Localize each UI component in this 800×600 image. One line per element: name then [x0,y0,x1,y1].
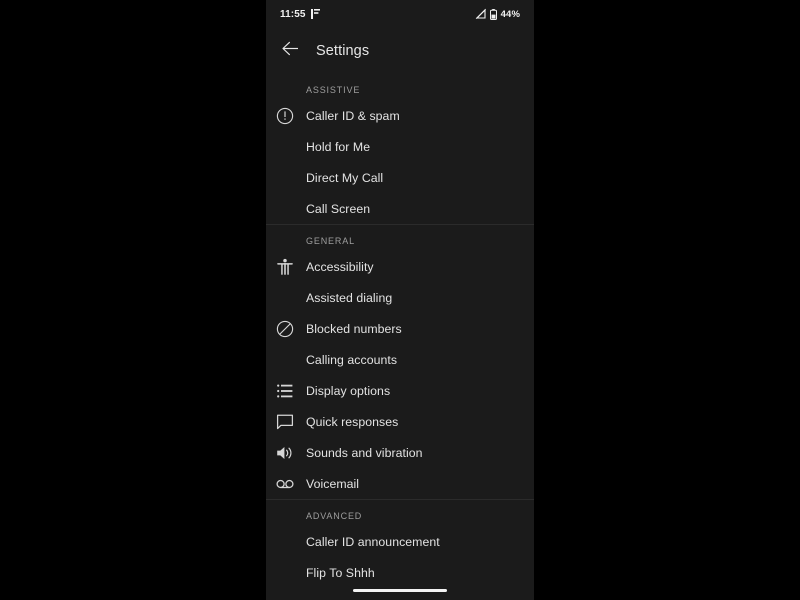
back-arrow-icon [281,41,299,61]
status-time: 11:55 [280,8,306,20]
settings-row[interactable]: Display options [266,375,534,406]
status-bar-right: 44% [475,8,520,20]
chat-bubble-icon [274,411,296,433]
settings-list: ASSISTIVE Caller ID & spam Hold for Me Dire… [266,74,534,600]
status-bar: 11:55 44% [266,0,534,28]
settings-row[interactable]: Voicemail [266,468,534,499]
settings-row-label: Calling accounts [306,352,398,367]
row-icon-placeholder [274,136,296,158]
gesture-home-handle[interactable] [353,589,447,592]
settings-row-label: Voicemail [306,476,360,491]
phone-panel: 11:55 44% Settings ASSISTIVE Caller ID &… [266,0,534,600]
section-header: ASSISTIVE [306,85,361,95]
accessibility-icon [274,256,296,278]
settings-row[interactable]: Accessibility [266,251,534,282]
row-icon-placeholder [274,349,296,371]
block-icon [274,318,296,340]
row-icon-placeholder [274,167,296,189]
settings-row-label: Accessibility [306,259,374,274]
settings-row[interactable]: Flip To Shhh [266,557,534,588]
settings-row-label: Flip To Shhh [306,565,375,580]
page-title: Settings [316,43,370,59]
screen-root: 11:55 44% Settings ASSISTIVE Caller ID &… [0,0,800,600]
settings-row-label: Assisted dialing [306,290,393,305]
settings-row[interactable]: Hold for Me [266,131,534,162]
battery-percentage: 44% [500,8,520,20]
settings-row-label: Direct My Call [306,170,384,185]
error-circle-icon [274,105,296,127]
settings-row-label: Blocked numbers [306,321,402,336]
settings-row[interactable]: Direct My Call [266,162,534,193]
settings-section: ASSISTIVE Caller ID & spam Hold for Me Dire… [266,74,534,224]
row-icon-placeholder [274,531,296,553]
settings-row[interactable]: Blocked numbers [266,313,534,344]
battery-icon [489,8,497,20]
settings-row-label: Hold for Me [306,139,371,154]
app-bar: Settings [266,28,534,74]
settings-row[interactable]: Quick responses [266,406,534,437]
row-icon-placeholder [274,562,296,584]
volume-up-icon [274,442,296,464]
settings-row-label: Quick responses [306,414,399,429]
settings-row-label: Display options [306,383,391,398]
row-icon-placeholder [274,198,296,220]
settings-row-label: Sounds and vibration [306,445,423,460]
settings-row[interactable]: Caller ID & spam [266,100,534,131]
row-icon-placeholder [274,287,296,309]
list-icon [274,380,296,402]
back-button[interactable] [272,33,308,69]
voicemail-icon [274,473,296,495]
settings-row[interactable]: Caller ID announcement [266,526,534,557]
signal-no-service-icon [475,8,486,19]
settings-section: GENERAL Accessibility Assisted dialing Bloc… [266,224,534,499]
settings-row[interactable]: Sounds and vibration [266,437,534,468]
settings-row[interactable]: Call Screen [266,193,534,224]
vibrate-icon [310,9,320,19]
settings-row-label: Caller ID announcement [306,534,440,549]
settings-row-label: Caller ID & spam [306,108,400,123]
settings-section: ADVANCED Caller ID announcement Flip To Sh… [266,499,534,588]
settings-row-label: Call Screen [306,201,371,216]
section-header: GENERAL [306,236,355,246]
settings-row[interactable]: Assisted dialing [266,282,534,313]
settings-row[interactable]: Calling accounts [266,344,534,375]
section-header: ADVANCED [306,511,363,521]
status-bar-left: 11:55 [280,9,320,20]
